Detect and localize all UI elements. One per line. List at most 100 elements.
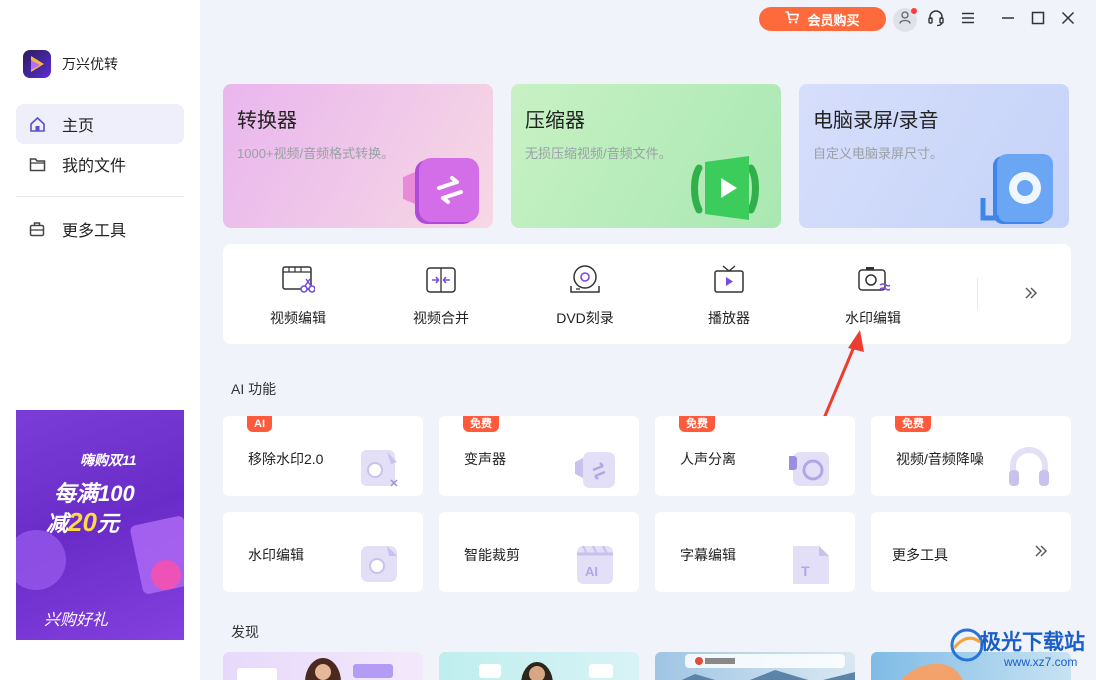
ai-card-remove-watermark[interactable]: AI 移除水印2.0 xyxy=(223,416,423,496)
minimize-button[interactable] xyxy=(996,8,1020,32)
chevrons-right-icon xyxy=(1023,281,1039,306)
card-title: 压缩器 xyxy=(525,110,585,132)
user-avatar-button[interactable] xyxy=(893,8,917,32)
card-label: 人声分离 xyxy=(680,451,736,467)
sidebar-item-label: 主页 xyxy=(62,118,95,135)
card-label: 视频/音频降噪 xyxy=(896,451,984,467)
tool-label: 视频编辑 xyxy=(270,310,326,326)
watermark-title: 极光下载站 xyxy=(980,631,1085,654)
app-logo-icon xyxy=(23,50,51,78)
discover-thumbnail[interactable] xyxy=(655,652,855,680)
promo-discount-suffix: 元 xyxy=(96,511,119,536)
ai-card-watermark-edit[interactable]: 水印编辑 xyxy=(223,512,423,592)
screen-recorder-card[interactable]: 电脑录屏/录音 自定义电脑录屏尺寸。 xyxy=(799,84,1069,228)
ai-card-voice-changer[interactable]: 免费 变声器 xyxy=(439,416,639,496)
compressor-icon xyxy=(691,138,781,228)
tools-more-button[interactable] xyxy=(1023,282,1043,306)
smart-crop-icon: AI xyxy=(573,540,621,588)
ai-card-smart-crop[interactable]: 智能裁剪 AI xyxy=(439,512,639,592)
promo-headline: 嗨购双11 xyxy=(80,452,137,468)
sidebar: 万兴优转 主页 我的文件 更多工具 嗨购双11 每满100 减20元 兴购好礼 xyxy=(0,0,200,680)
cart-icon xyxy=(785,11,800,27)
app-name: 万兴优转 xyxy=(62,56,118,72)
folder-icon xyxy=(28,155,46,173)
svg-text:T: T xyxy=(801,563,810,579)
tool-label: 水印编辑 xyxy=(845,310,901,326)
promo-decoration xyxy=(151,560,181,590)
card-label: 变声器 xyxy=(464,451,506,467)
svg-text:AI: AI xyxy=(585,564,598,579)
section-title-discover: 发现 xyxy=(231,624,259,640)
noise-reduction-icon xyxy=(1005,444,1053,492)
buy-membership-label: 会员购买 xyxy=(807,12,860,28)
app-logo: 万兴优转 xyxy=(23,50,118,78)
hamburger-icon xyxy=(961,11,975,29)
sidebar-item-home[interactable]: 主页 xyxy=(16,104,184,144)
tool-label: 视频合并 xyxy=(413,310,469,326)
minimize-icon xyxy=(1001,11,1015,30)
card-label: 水印编辑 xyxy=(248,547,304,563)
subtitle-edit-icon: T xyxy=(789,540,837,588)
ai-card-more-tools[interactable]: 更多工具 xyxy=(871,512,1071,592)
card-label: 移除水印2.0 xyxy=(248,451,324,467)
discover-thumbnail[interactable] xyxy=(223,652,423,680)
close-button[interactable] xyxy=(1056,8,1080,32)
dvd-burn-icon xyxy=(568,264,602,296)
tool-video-edit[interactable]: 视频编辑 xyxy=(228,244,368,344)
tools-divider xyxy=(977,278,978,310)
ai-card-vocal-separation[interactable]: 免费 人声分离 xyxy=(655,416,855,496)
buy-membership-button[interactable]: 会员购买 xyxy=(759,7,886,31)
headset-icon xyxy=(927,9,945,32)
tools-bar: 视频编辑 视频合并 DVD刻录 播放器 水印编辑 xyxy=(223,244,1071,344)
tool-label: 播放器 xyxy=(708,310,750,326)
menu-button[interactable] xyxy=(956,8,980,32)
tool-dvd-burn[interactable]: DVD刻录 xyxy=(515,244,655,344)
card-label: 字幕编辑 xyxy=(680,547,736,563)
card-label: 智能裁剪 xyxy=(464,547,520,563)
video-merge-icon xyxy=(424,264,458,296)
converter-icon xyxy=(401,138,493,228)
sidebar-item-label: 更多工具 xyxy=(62,223,127,240)
tool-video-merge[interactable]: 视频合并 xyxy=(371,244,511,344)
sidebar-item-my-files[interactable]: 我的文件 xyxy=(16,144,184,184)
card-title: 电脑录屏/录音 xyxy=(813,110,939,132)
tool-label: DVD刻录 xyxy=(556,310,614,326)
tool-player[interactable]: 播放器 xyxy=(659,244,799,344)
watermark-edit-icon xyxy=(856,264,891,296)
toolbox-icon xyxy=(28,220,46,238)
close-icon xyxy=(1061,11,1075,30)
ai-badge: AI xyxy=(247,416,272,432)
ai-card-subtitle-edit[interactable]: 字幕编辑 T xyxy=(655,512,855,592)
sidebar-item-label: 我的文件 xyxy=(62,158,127,175)
maximize-icon xyxy=(1031,11,1045,30)
free-badge: 免费 xyxy=(895,416,931,432)
watermark-url: www.xz7.com xyxy=(1004,655,1078,669)
sidebar-divider xyxy=(16,196,184,197)
remove-watermark-icon xyxy=(357,444,405,492)
promo-discount: 减20元 xyxy=(46,506,119,538)
watermark-edit-icon xyxy=(357,540,405,588)
home-icon xyxy=(28,115,46,133)
screen-recorder-icon xyxy=(979,138,1069,228)
video-edit-icon xyxy=(281,264,316,296)
support-button[interactable] xyxy=(924,8,948,32)
free-badge: 免费 xyxy=(679,416,715,432)
converter-card[interactable]: 转换器 1000+视频/音频格式转换。 xyxy=(223,84,493,228)
vocal-separation-icon xyxy=(787,444,837,492)
promo-discount-prefix: 减 xyxy=(46,511,69,536)
discover-thumbnail[interactable] xyxy=(439,652,639,680)
notification-dot xyxy=(911,8,917,14)
promo-banner[interactable]: 嗨购双11 每满100 减20元 兴购好礼 xyxy=(16,410,184,640)
chevrons-right-icon xyxy=(1033,539,1049,565)
maximize-button[interactable] xyxy=(1026,8,1050,32)
player-icon xyxy=(712,264,746,296)
ai-card-noise-reduction[interactable]: 免费 视频/音频降噪 xyxy=(871,416,1071,496)
promo-slogan: 兴购好礼 xyxy=(44,612,109,629)
promo-discount-amount: 20 xyxy=(68,507,97,537)
voice-changer-icon xyxy=(573,444,621,492)
watermark-logo-icon xyxy=(950,628,984,662)
compressor-card[interactable]: 压缩器 无损压缩视频/音频文件。 xyxy=(511,84,781,228)
sidebar-item-more-tools[interactable]: 更多工具 xyxy=(16,209,184,249)
site-watermark: 极光下载站 www.xz7.com xyxy=(946,622,1096,680)
free-badge: 免费 xyxy=(463,416,499,432)
